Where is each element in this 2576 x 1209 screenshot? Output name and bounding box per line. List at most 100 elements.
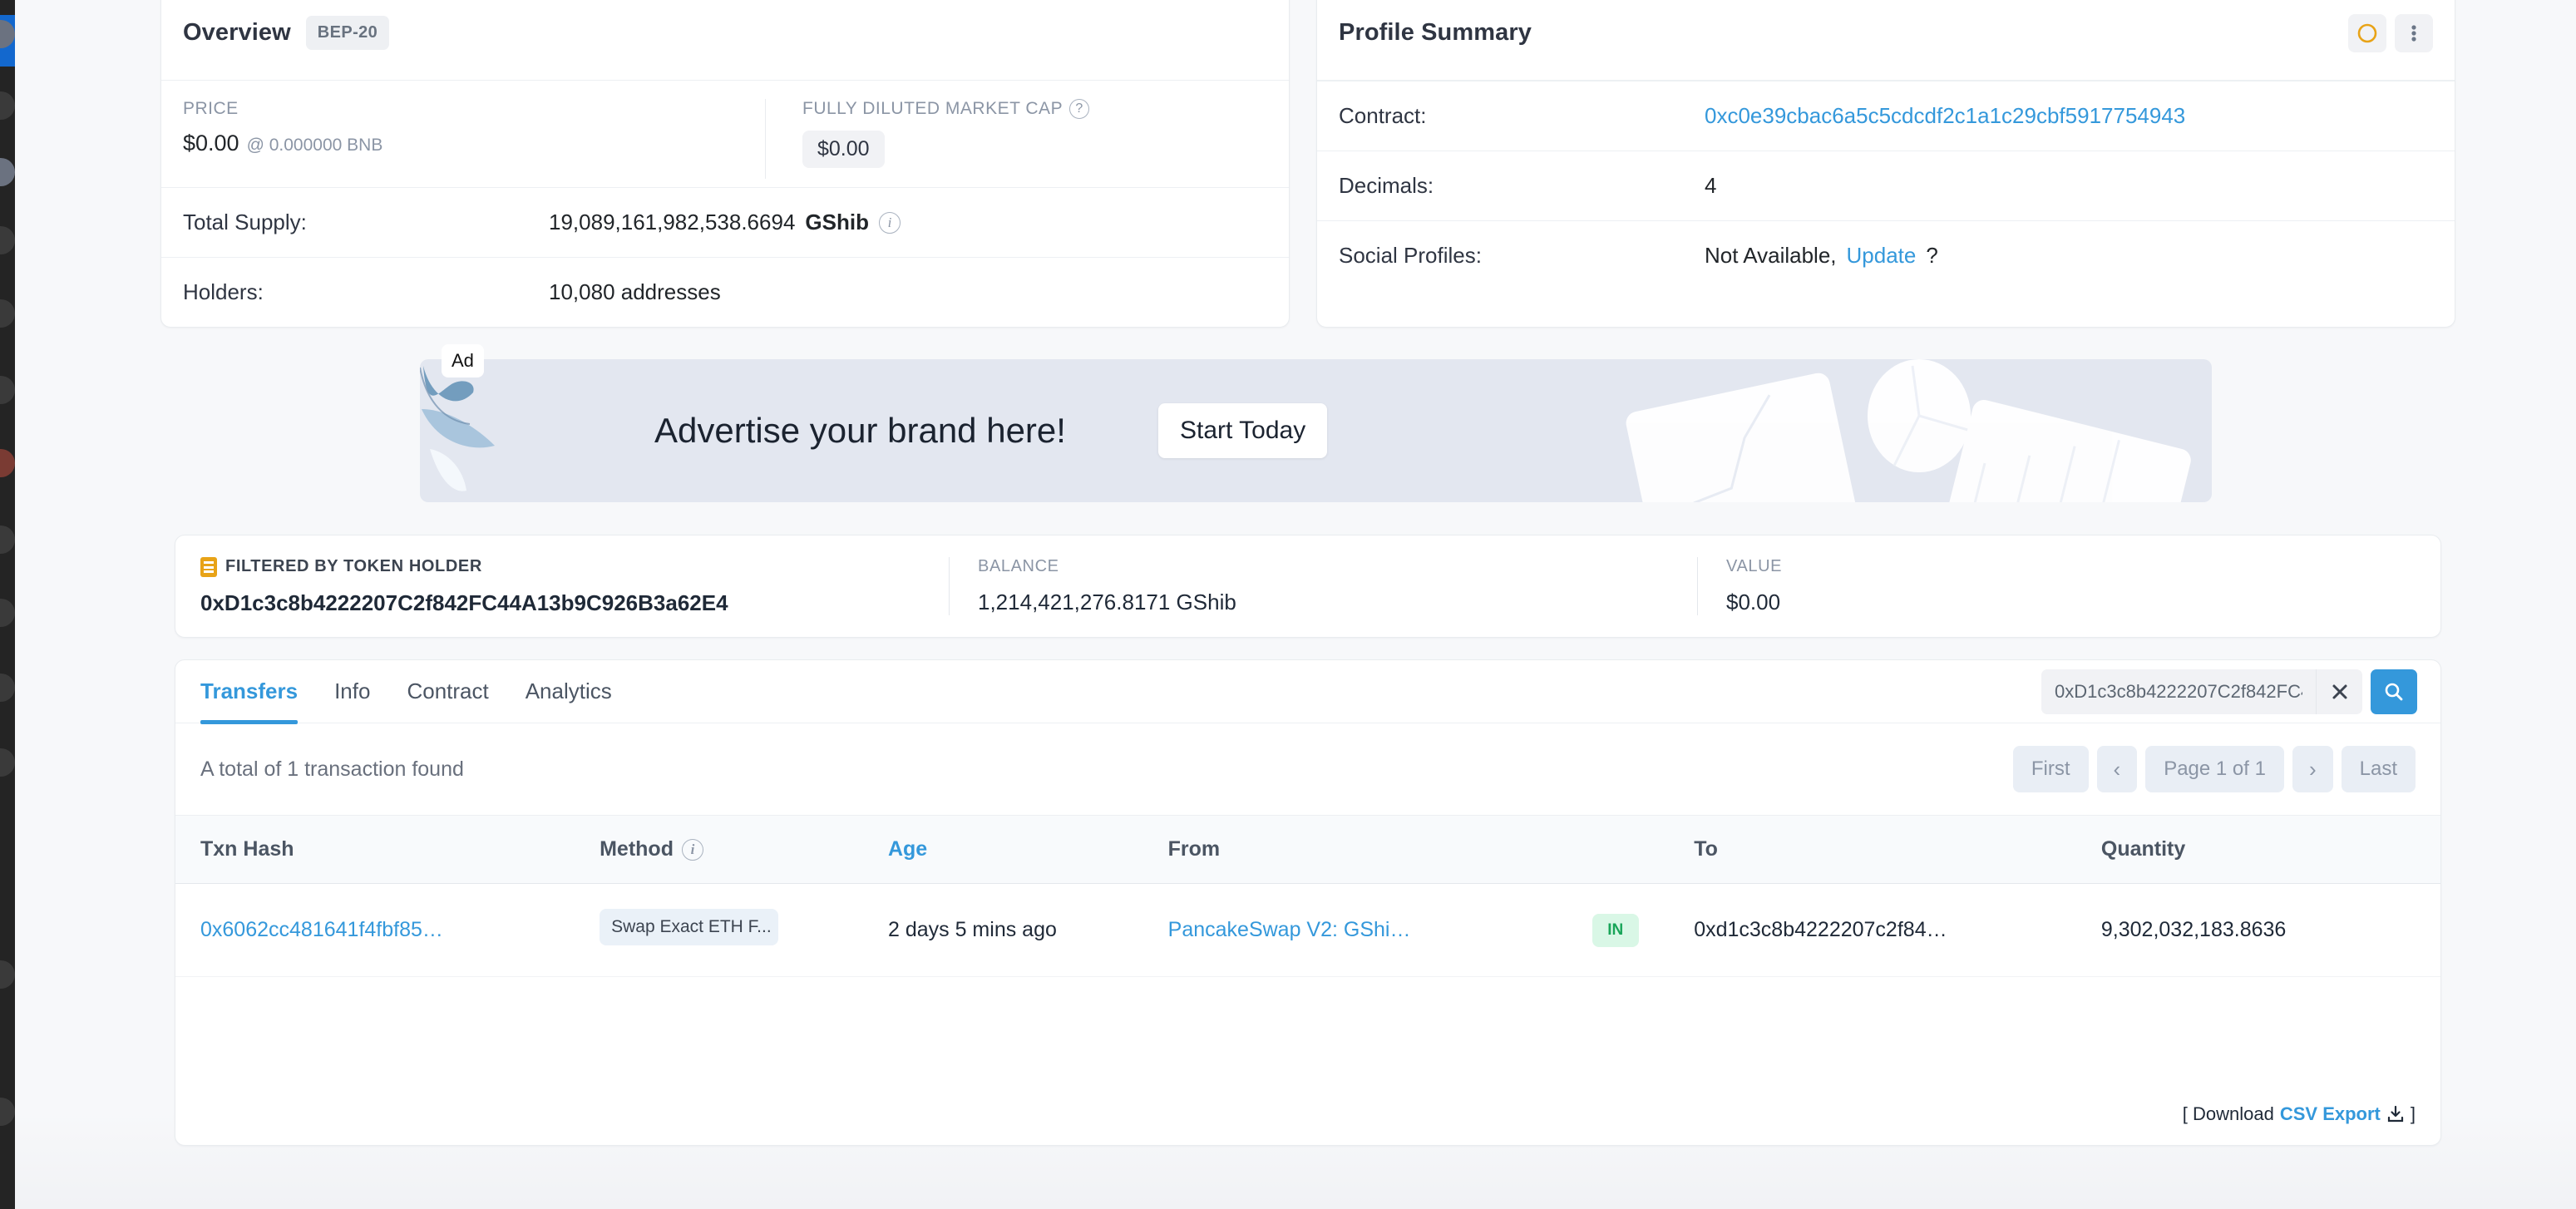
search-submit-button[interactable] [2371, 669, 2417, 714]
contract-value-wrap: 0xc0e39cbac6a5c5cdcdf2c1a1c29cbf59177549… [1705, 103, 2185, 129]
page-last-button[interactable]: Last [2342, 746, 2416, 792]
table-header-row: Txn Hash Method i Age From [175, 816, 2440, 884]
balance-col: BALANCE 1,214,421,276.8171 GShib [949, 557, 1697, 615]
dock-icon-11[interactable] [0, 748, 15, 777]
column-header-method[interactable]: Method i [600, 816, 888, 884]
dock-icon-13[interactable] [0, 1098, 15, 1126]
download-icon[interactable] [2386, 1105, 2405, 1123]
dock-icon-4[interactable] [0, 226, 15, 254]
holders-row: Holders: 10,080 addresses [161, 257, 1289, 327]
circle-outline-icon[interactable] [2348, 14, 2386, 52]
price-value: $0.00 [183, 131, 239, 156]
dock-icon-5[interactable] [0, 299, 15, 328]
results-bar: A total of 1 transaction found First ‹ P… [175, 723, 2440, 815]
transfers-table: Txn Hash Method i Age From [175, 815, 2440, 977]
price-label: PRICE [183, 99, 765, 119]
social-profiles-update-link[interactable]: Update [1847, 243, 1917, 269]
column-header-quantity-label: Quantity [2101, 837, 2185, 861]
profile-card-header: Profile Summary [1317, 0, 2455, 81]
filtered-by-holder-label: FILTERED BY TOKEN HOLDER [225, 557, 482, 576]
social-profiles-suffix: ? [1926, 243, 1937, 269]
fdv-value-wrap: $0.00 [802, 131, 1089, 168]
page-next-button[interactable]: › [2292, 746, 2333, 792]
dock-icon-12[interactable] [0, 960, 15, 989]
token-holder-filter-bar: FILTERED BY TOKEN HOLDER 0xD1c3c8b422220… [175, 535, 2441, 638]
column-header-age[interactable]: Age [888, 816, 1168, 884]
ad-leaf-decoration [420, 359, 523, 502]
dock-icon-3[interactable] [0, 158, 15, 186]
value-col: VALUE $0.00 [1697, 557, 1810, 615]
column-header-txn-hash[interactable]: Txn Hash [175, 816, 600, 884]
search-group [2041, 669, 2417, 714]
from-address-link[interactable]: PancakeSwap V2: GShi… [1168, 918, 1411, 941]
filtered-by-holder-col: FILTERED BY TOKEN HOLDER 0xD1c3c8b422220… [200, 557, 949, 616]
ad-label-badge: Ad [442, 344, 484, 378]
dock-icon-2[interactable] [0, 91, 15, 120]
cell-to: 0xd1c3c8b4222207c2f84… [1694, 884, 2101, 977]
search-box[interactable] [2041, 669, 2362, 714]
tab-analytics[interactable]: Analytics [507, 660, 630, 723]
csv-export-row: [ Download CSV Export ] [2183, 1103, 2416, 1125]
column-header-quantity[interactable]: Quantity [2101, 816, 2440, 884]
profile-summary-card: Profile Summary Contract: [1316, 0, 2455, 328]
dock-icon-8[interactable] [0, 526, 15, 554]
transfers-panel: Transfers Info Contract Analytics [175, 659, 2441, 1146]
price-metric: PRICE $0.00 @ 0.000000 BNB [183, 99, 765, 179]
cell-txn-hash: 0x6062cc481641f4fbf85… [175, 884, 600, 977]
ad-banner-wrapper[interactable]: Advertise your brand here! Start Today A… [420, 359, 2212, 502]
balance-label: BALANCE [978, 557, 1669, 576]
column-header-from[interactable]: From [1168, 816, 1592, 884]
close-icon[interactable] [2316, 669, 2362, 714]
tab-contract[interactable]: Contract [388, 660, 506, 723]
csv-export-link[interactable]: CSV Export [2280, 1103, 2381, 1125]
contract-address-link[interactable]: 0xc0e39cbac6a5c5cdcdf2c1a1c29cbf59177549… [1705, 103, 2185, 129]
dock-icon-6[interactable] [0, 376, 15, 404]
ad-banner[interactable]: Advertise your brand here! Start Today [420, 359, 2212, 502]
column-header-to-label: To [1694, 837, 1718, 861]
method-badge: Swap Exact ETH F... [600, 909, 778, 945]
dock-icon-10[interactable] [0, 674, 15, 702]
page-canvas: Overview BEP-20 PRICE $0.00 @ 0.000000 B… [15, 0, 2576, 1209]
dock-icon-7[interactable] [0, 449, 15, 477]
status-badge: IN [1592, 914, 1639, 947]
overview-card-header: Overview BEP-20 [161, 0, 1289, 81]
profile-title: Profile Summary [1339, 19, 1532, 47]
column-header-direction [1592, 816, 1694, 884]
question-circle-icon[interactable]: ? [1069, 99, 1089, 119]
txn-hash-link[interactable]: 0x6062cc481641f4fbf85… [200, 918, 443, 941]
total-supply-value-group: 19,089,161,982,538.6694 GShib i [549, 210, 901, 235]
column-header-txn-hash-label: Txn Hash [200, 837, 294, 861]
dock-icon-9[interactable] [0, 599, 15, 627]
results-summary: A total of 1 transaction found [200, 757, 464, 782]
cell-from: PancakeSwap V2: GShi… [1168, 884, 1592, 977]
contract-row: Contract: 0xc0e39cbac6a5c5cdcdf2c1a1c29c… [1317, 81, 2455, 151]
info-circle-icon[interactable]: i [682, 839, 703, 861]
page-prev-button[interactable]: ‹ [2097, 746, 2138, 792]
value-label: VALUE [1726, 557, 1782, 576]
overview-metrics: PRICE $0.00 @ 0.000000 BNB FULLY DILUTED… [161, 81, 1289, 187]
decimals-label: Decimals: [1339, 173, 1705, 199]
column-header-from-label: From [1168, 837, 1221, 861]
holders-label: Holders: [183, 279, 549, 305]
transfers-table-head: Txn Hash Method i Age From [175, 816, 2440, 884]
fdv-metric: FULLY DILUTED MARKET CAP ? $0.00 [765, 99, 1089, 179]
price-value-group: $0.00 @ 0.000000 BNB [183, 131, 765, 156]
price-native-value: @ 0.000000 BNB [247, 136, 383, 155]
column-header-to[interactable]: To [1694, 816, 2101, 884]
search-input[interactable] [2041, 681, 2316, 703]
more-vertical-icon[interactable] [2395, 14, 2433, 52]
decimals-row: Decimals: 4 [1317, 151, 2455, 220]
tab-info[interactable]: Info [316, 660, 388, 723]
cell-quantity: 9,302,032,183.8636 [2101, 884, 2440, 977]
page-first-button[interactable]: First [2013, 746, 2089, 792]
info-circle-icon[interactable]: i [879, 212, 901, 234]
ad-cta-button[interactable]: Start Today [1158, 403, 1327, 458]
filtered-holder-address-link[interactable]: 0xD1c3c8b4222207C2f842FC44A13b9C926B3a62… [200, 590, 728, 615]
contract-label: Contract: [1339, 103, 1705, 129]
decimals-value: 4 [1705, 173, 1716, 199]
filtered-by-holder-label-group: FILTERED BY TOKEN HOLDER [200, 557, 920, 577]
column-header-age-label: Age [888, 837, 927, 861]
total-supply-label: Total Supply: [183, 210, 549, 235]
tab-transfers[interactable]: Transfers [200, 660, 316, 723]
fdv-label: FULLY DILUTED MARKET CAP [802, 99, 1063, 119]
